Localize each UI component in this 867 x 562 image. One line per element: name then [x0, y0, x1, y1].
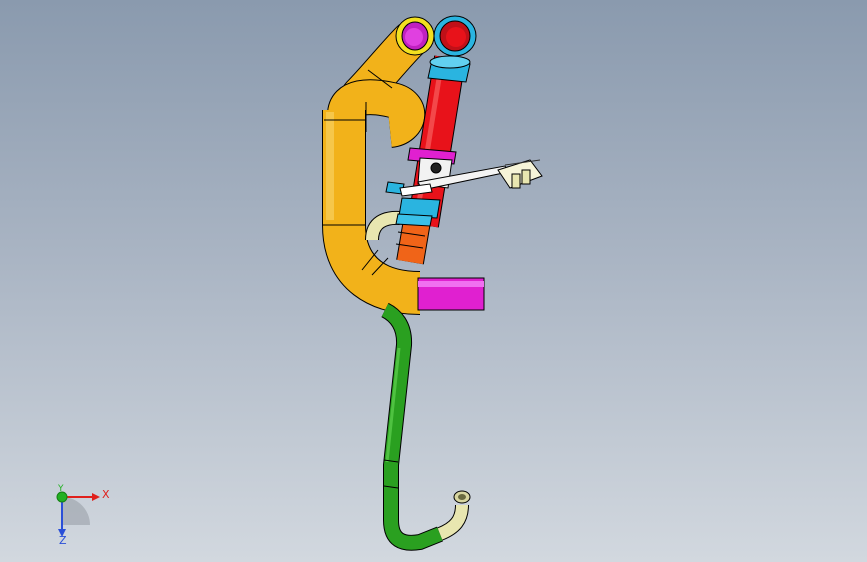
- sensor-connector[interactable]: [497, 159, 543, 189]
- beige-end-fitting[interactable]: [437, 490, 471, 541]
- green-line[interactable]: [381, 302, 443, 551]
- cad-model[interactable]: [0, 0, 867, 562]
- y-axis-label: Y: [58, 484, 64, 494]
- magenta-sleeve[interactable]: [417, 277, 485, 311]
- cyan-upper-fitting[interactable]: [427, 55, 471, 83]
- beige-elbow-fitting[interactable]: [365, 210, 401, 241]
- z-axis-label: Z: [59, 534, 67, 547]
- red-outlet-port[interactable]: [433, 15, 477, 57]
- 3d-graphics-area[interactable]: X Y Z: [0, 0, 867, 562]
- purple-inlet-port[interactable]: [395, 16, 435, 56]
- x-axis-label: X: [102, 488, 110, 501]
- orientation-triad[interactable]: [56, 491, 100, 537]
